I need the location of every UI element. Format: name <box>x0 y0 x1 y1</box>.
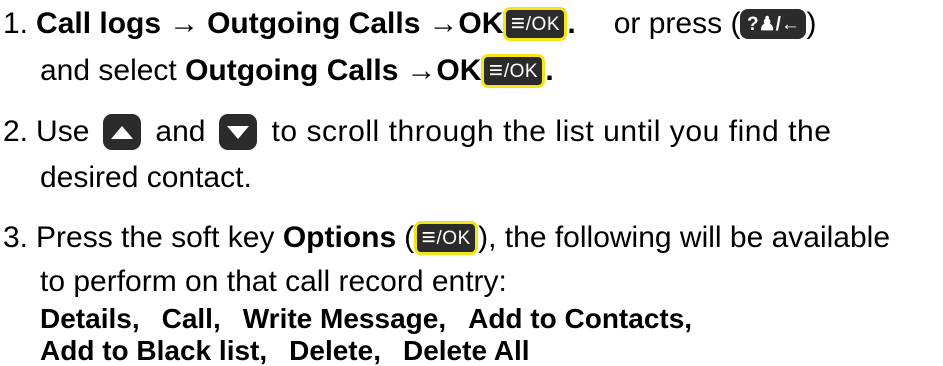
menu-ok-key-icon: ≡ /OK <box>481 54 546 88</box>
step-3-number: 3. <box>3 221 29 254</box>
step-3-perform: to perform on that call record entry: <box>40 265 507 298</box>
option-details: Details, <box>40 303 140 334</box>
step-1-or-press: or press ( <box>613 7 741 40</box>
step-1-line-2: and select Outgoing Calls → OK ≡ /OK . <box>40 51 554 91</box>
step-2-use: Use <box>36 115 90 148</box>
step-3-line-1: 3. Press the soft key Options ( ≡ /OK ),… <box>3 218 890 258</box>
arrow-right-icon: → <box>406 54 437 87</box>
step-3-press: Press the soft key <box>36 221 283 254</box>
step-1-call-logs: Call logs <box>36 7 162 40</box>
step-1-period: . <box>567 7 576 40</box>
step-2-line-1: 2. Use and to scroll through the list un… <box>3 112 832 152</box>
options-list-line-2: Add to Black list, Delete, Delete All <box>40 336 530 366</box>
triangle-down-icon <box>227 125 250 139</box>
step-1-period-2: . <box>545 54 554 87</box>
option-call: Call, <box>161 303 221 334</box>
step-1-line-1: 1. Call logs → Outgoing Calls → OK ≡ /OK… <box>3 4 816 44</box>
option-delete-all: Delete All <box>402 335 530 366</box>
option-delete: Delete, <box>289 335 381 366</box>
menu-ok-key-icon: ≡ /OK <box>503 7 568 41</box>
step-1-outgoing-calls: Outgoing Calls <box>207 7 421 40</box>
option-add-to-black-list: Add to Black list, <box>40 335 268 366</box>
option-add-to-contacts: Add to Contacts, <box>468 303 693 334</box>
option-write-message: Write Message, <box>242 303 447 334</box>
down-arrow-key-icon <box>219 114 258 150</box>
menu-ok-key-icon: ≡ /OK <box>414 221 479 255</box>
step-1-number: 1. <box>3 7 29 40</box>
contacts-back-key-icon: ?♟/← <box>740 9 807 39</box>
step-1-ok: OK <box>458 7 504 40</box>
step-3-line-2: to perform on that call record entry: <box>40 264 507 300</box>
up-arrow-key-icon <box>103 114 142 150</box>
menu-glyph-icon: ≡ <box>421 224 436 251</box>
menu-glyph-icon: ≡ <box>510 10 525 37</box>
step-2-rest: to scroll through the list until you fin… <box>271 115 832 148</box>
step-1-ok-2: OK <box>436 54 482 87</box>
arrow-right-icon: → <box>169 7 200 40</box>
step-1-outgoing-calls-2: Outgoing Calls <box>185 54 399 87</box>
step-3-open-paren: ( <box>404 221 415 254</box>
step-2-line-2: desired contact. <box>40 158 252 198</box>
ok-key-text: /OK <box>503 60 539 82</box>
triangle-up-icon <box>111 125 134 139</box>
arrow-right-icon: → <box>428 7 459 40</box>
step-3-after-key: ), the following will be available <box>478 221 891 254</box>
step-3-options: Options <box>282 221 397 254</box>
ok-key-text: /OK <box>436 227 471 249</box>
step-2-number: 2. <box>3 115 29 148</box>
options-list-line-1: Details, Call, Write Message, Add to Con… <box>40 300 692 338</box>
step-1-and-select: and select <box>40 54 186 87</box>
menu-glyph-icon: ≡ <box>488 57 503 84</box>
step-2-desired-contact: desired contact. <box>40 161 252 194</box>
ok-key-text: /OK <box>525 13 561 35</box>
step-1-close-paren: ) <box>806 7 817 40</box>
step-2-and: and <box>155 115 206 148</box>
